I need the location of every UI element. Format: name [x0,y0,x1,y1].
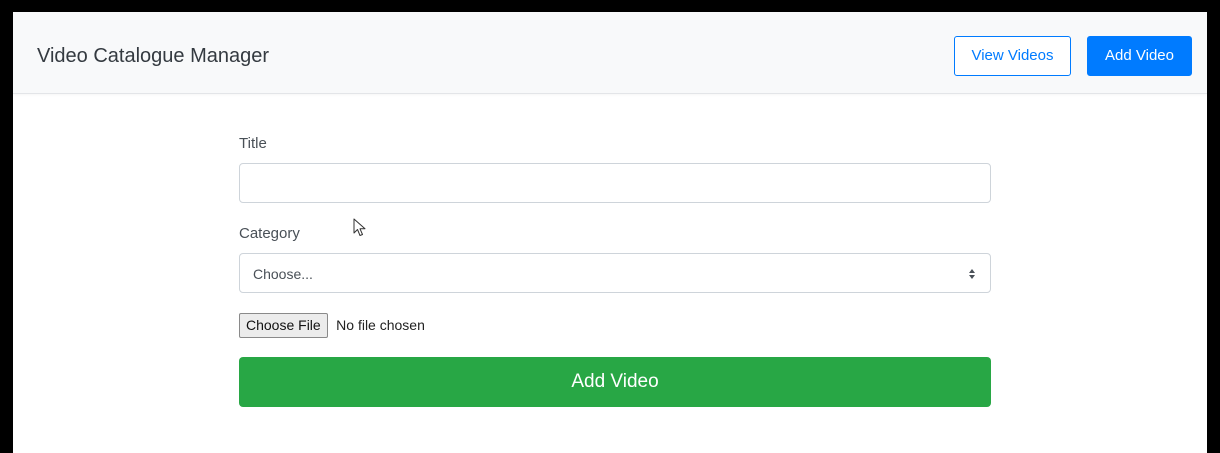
add-video-submit-button[interactable]: Add Video [239,357,991,407]
app-brand[interactable]: Video Catalogue Manager [37,44,269,68]
add-video-nav-button[interactable]: Add Video [1087,36,1192,76]
title-input[interactable] [239,163,991,203]
mouse-pointer-icon [353,218,366,236]
file-status-text: No file chosen [336,317,425,333]
title-label: Title [239,135,267,152]
category-label: Category [239,225,300,242]
choose-file-button[interactable]: Choose File [239,313,328,338]
category-select[interactable]: Choose... [239,253,991,293]
category-selected-value: Choose... [253,266,313,282]
app-window: Video Catalogue Manager View Videos Add … [13,12,1207,453]
file-input: Choose File No file chosen [239,313,425,339]
view-videos-button[interactable]: View Videos [954,36,1071,76]
sort-arrows-icon [969,269,975,279]
navbar: Video Catalogue Manager View Videos Add … [13,12,1207,94]
